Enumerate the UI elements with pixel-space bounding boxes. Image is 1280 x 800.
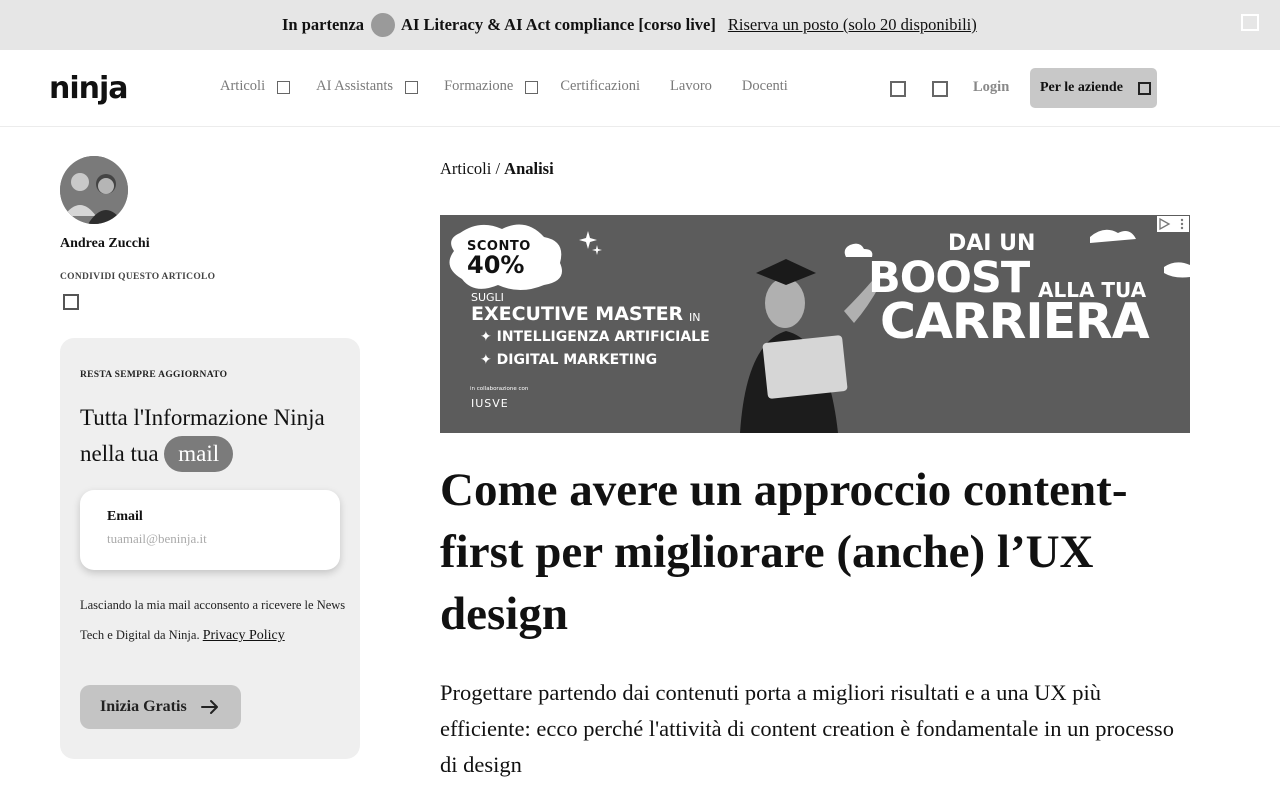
- share-label: CONDIVIDI QUESTO ARTICOLO: [60, 272, 216, 282]
- business-button-label: Per le aziende: [1040, 80, 1123, 95]
- ad-collab: in collaborazione con: [470, 386, 529, 392]
- ad-partner-logo: IUSVE: [471, 397, 509, 410]
- breadcrumb-current[interactable]: Analisi: [504, 159, 554, 178]
- business-button[interactable]: Per le aziende: [1030, 68, 1157, 108]
- login-link[interactable]: Login: [973, 79, 1009, 96]
- announcement-label: In partenza: [282, 15, 365, 34]
- ad-in: IN: [689, 311, 701, 324]
- nav-item-docenti[interactable]: Docenti: [742, 78, 788, 95]
- announcement-course: AI Literacy & AI Act compliance [corso l…: [401, 15, 716, 34]
- nav-item-articoli[interactable]: Articoli: [220, 78, 291, 95]
- nav-item-ai-assistants[interactable]: AI Assistants: [316, 78, 419, 95]
- nav-label: AI Assistants: [316, 78, 394, 94]
- mail-pill: mail: [164, 436, 234, 472]
- ad-percent: 40%: [467, 251, 525, 279]
- ad-line-dm: ✦ DIGITAL MARKETING: [480, 352, 658, 368]
- nav-label: Docenti: [741, 78, 788, 94]
- email-label: Email: [107, 509, 143, 524]
- nav-label: Certificazioni: [560, 78, 641, 94]
- start-free-button[interactable]: Inizia Gratis: [80, 685, 241, 729]
- article-title: Come avere un approccio content-first pe…: [440, 464, 1128, 640]
- newsletter-kicker: RESTA SEMPRE AGGIORNATO: [80, 370, 228, 380]
- nav-item-formazione[interactable]: Formazione: [444, 78, 539, 95]
- breadcrumb-parent[interactable]: Articoli: [440, 159, 491, 178]
- ad-line-dm-text: DIGITAL MARKETING: [496, 352, 658, 368]
- ad-banner[interactable]: SCONTO 40% SUGLI EXECUTIVE MASTER IN ✦ I…: [440, 215, 1190, 433]
- email-card: Email: [80, 490, 340, 570]
- ninja-logo[interactable]: ninja: [49, 67, 135, 107]
- consent-text: Lasciando la mia mail acconsento a ricev…: [80, 590, 350, 651]
- search-icon[interactable]: [890, 81, 906, 97]
- newsletter-title: Tutta l'Informazione Ninja nella tua mai…: [80, 400, 350, 472]
- start-free-label: Inizia Gratis: [100, 698, 187, 715]
- nav-item-lavoro[interactable]: Lavoro: [670, 78, 712, 95]
- ad-line-ai-text: INTELLIGENZA ARTIFICIALE: [496, 329, 710, 345]
- ad-line-ai: ✦ INTELLIGENZA ARTIFICIALE: [480, 329, 710, 345]
- author-avatar[interactable]: [60, 156, 128, 224]
- ad-executive: EXECUTIVE MASTER: [471, 303, 684, 325]
- site-header: ninja Articoli AI Assistants Formazione …: [0, 50, 1280, 127]
- breadcrumb-separator: /: [491, 159, 505, 178]
- reserve-seat-link[interactable]: Riserva un posto (solo 20 disponibili): [728, 15, 977, 35]
- email-field[interactable]: [107, 531, 327, 547]
- nav-label: Formazione: [444, 78, 514, 94]
- author-name[interactable]: Andrea Zucchi: [60, 236, 150, 252]
- live-dot-icon: [371, 13, 396, 37]
- announcement-bar: In partenza AI Literacy & AI Act complia…: [0, 0, 1280, 50]
- user-icon[interactable]: [932, 81, 948, 97]
- nav-item-certificazioni[interactable]: Certificazioni: [560, 78, 640, 95]
- share-icon[interactable]: [63, 294, 79, 310]
- article-lede: Progettare partendo dai contenuti porta …: [440, 680, 1174, 777]
- chevron-down-icon: [277, 80, 291, 94]
- ad-carriera: CARRIERA: [880, 293, 1150, 350]
- chevron-down-icon: [525, 80, 539, 94]
- nav-label: Lavoro: [670, 78, 712, 94]
- chevron-down-icon: [1137, 81, 1151, 95]
- arrow-right-icon: [200, 700, 218, 714]
- ad-choices-icon[interactable]: [1157, 216, 1189, 232]
- close-icon[interactable]: [1241, 14, 1259, 31]
- chevron-down-icon: [405, 80, 419, 94]
- main-nav: Articoli AI Assistants Formazione Certif…: [220, 78, 788, 95]
- logo-text: ninja: [49, 71, 128, 106]
- avatar-image: [60, 156, 128, 224]
- newsletter-box: RESTA SEMPRE AGGIORNATO Tutta l'Informaz…: [60, 338, 360, 759]
- ad-info-icon: [1159, 217, 1184, 231]
- breadcrumb: Articoli / Analisi: [440, 159, 554, 179]
- nav-label: Articoli: [220, 78, 266, 94]
- privacy-policy-link[interactable]: Privacy Policy: [203, 628, 285, 643]
